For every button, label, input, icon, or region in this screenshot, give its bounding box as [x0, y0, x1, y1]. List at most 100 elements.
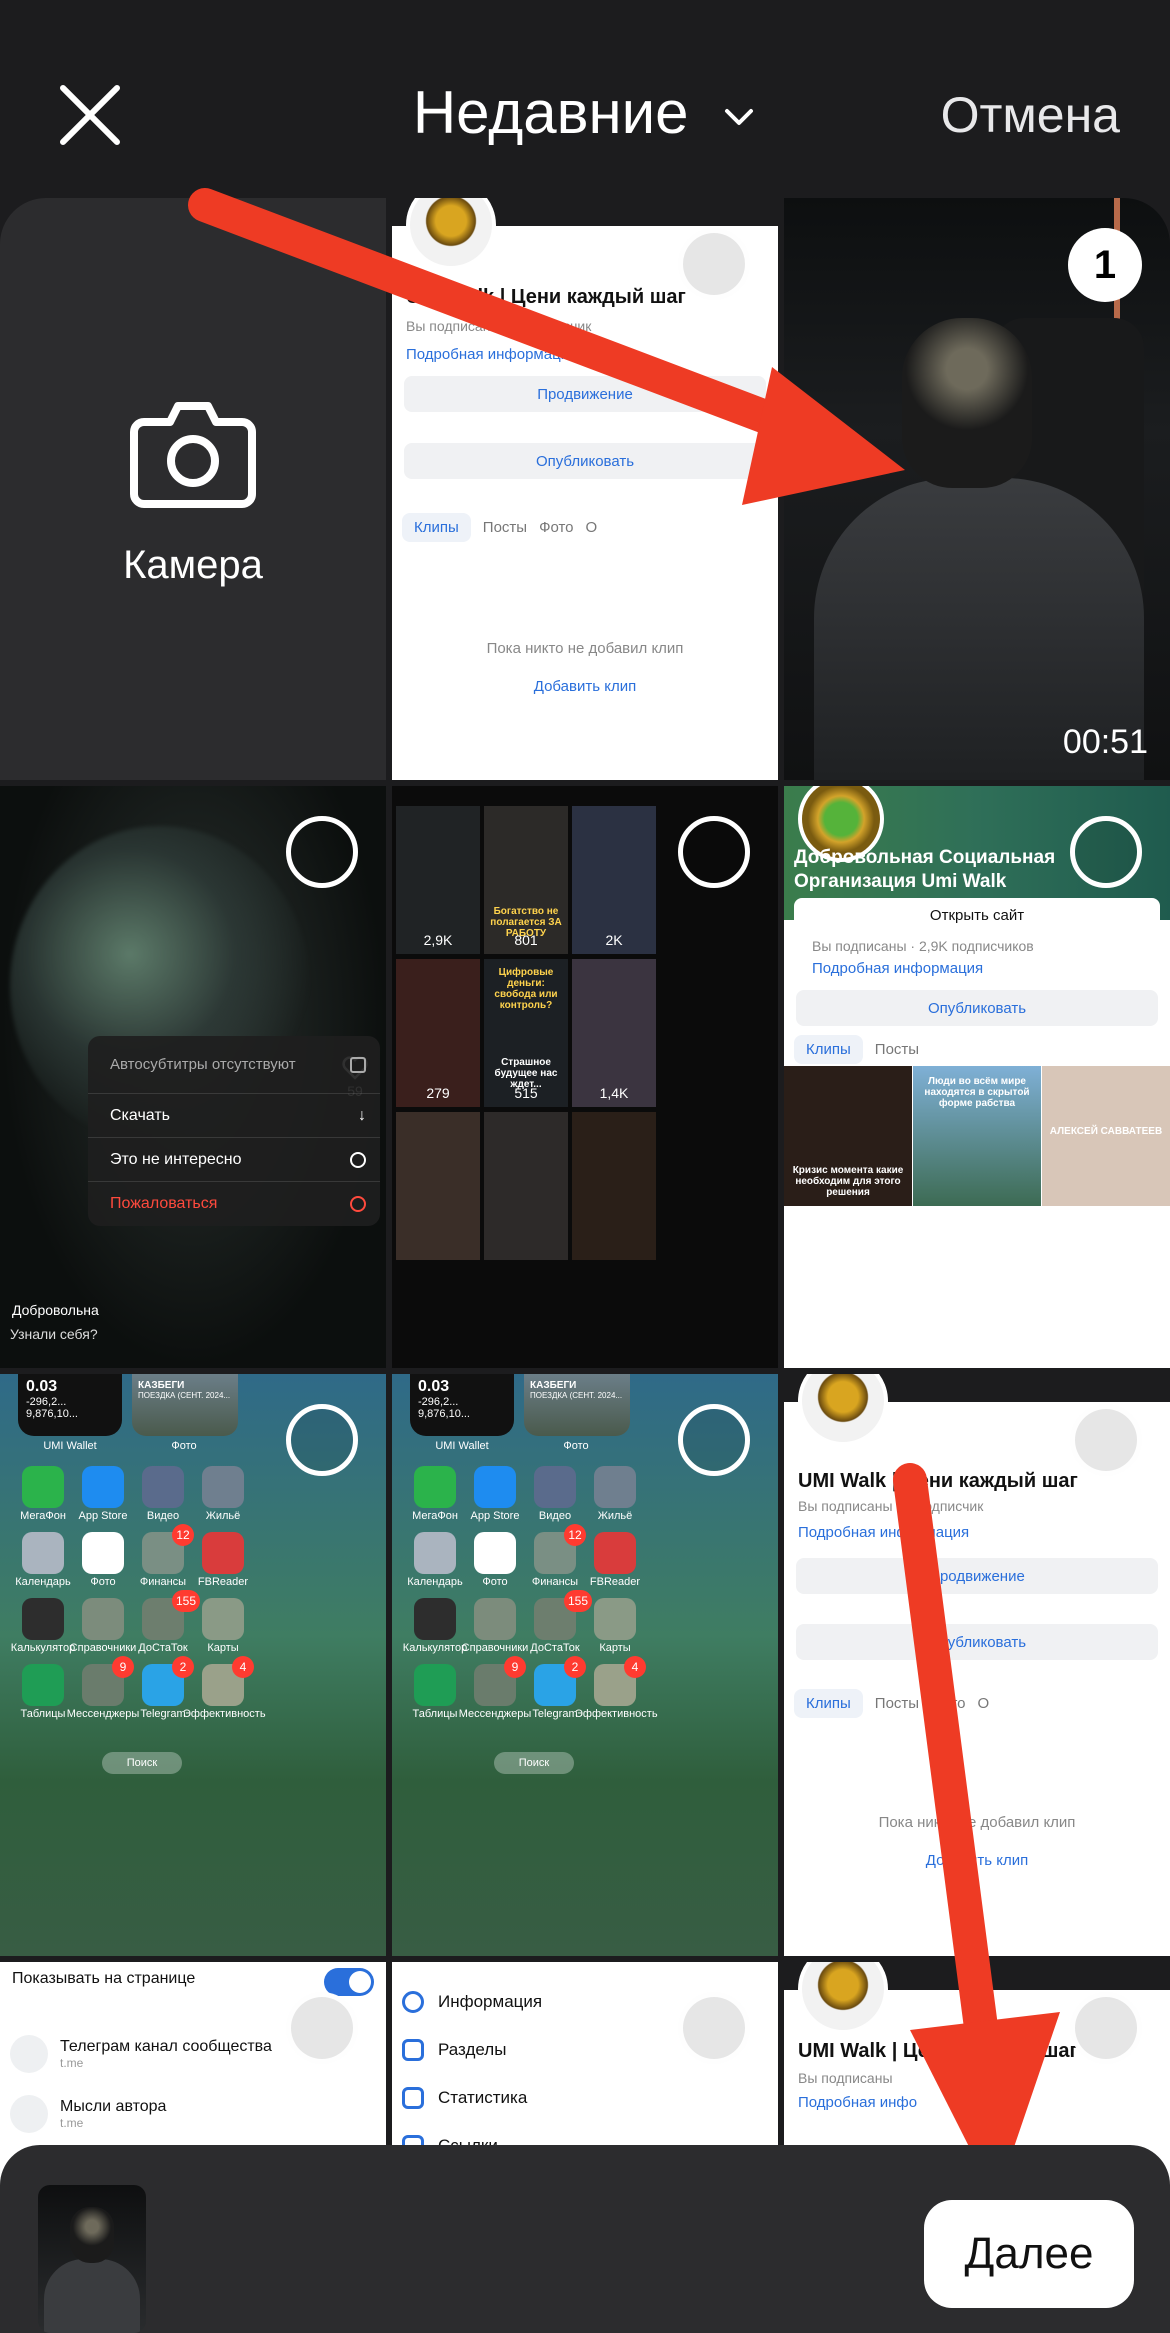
community-name: UMI Walk | Цени каждый шаг [798, 1470, 1078, 1492]
app-icon [22, 1664, 64, 1706]
selection-number-badge[interactable]: 1 [1068, 228, 1142, 302]
community-name: UMI Walk | Цени каждый шаг [798, 2040, 1078, 2062]
link-domain: t.me [60, 2116, 84, 2130]
clip-views: 515 [514, 1085, 538, 1101]
media-item-video-selected[interactable]: 1 00:51 [784, 198, 1170, 780]
media-item-org-page[interactable]: Добровольная Социальная Организация Umi … [784, 786, 1170, 1368]
menu-row-label: Разделы [438, 2040, 507, 2059]
minus-circle-icon [350, 1151, 366, 1168]
photo-title: КАЗБЕГИ [530, 1380, 577, 1391]
subscribers-text: Вы подписаны · 1 подписчик [798, 1498, 984, 1514]
media-item-vk-page[interactable]: UMI Walk | Цени каждый шаг Вы подписаны … [784, 1374, 1170, 1956]
details-link: Подробная информация [798, 1524, 970, 1541]
app-icon [202, 1532, 244, 1574]
community-avatar [798, 1962, 888, 2034]
clip-thumb: Цифровые деньги: свобода или контроль? С… [484, 959, 568, 1107]
thumb-caption: Люди во всём мире находятся в скрытой фо… [924, 1076, 1030, 1109]
link-title: Мысли автора [60, 2098, 167, 2115]
album-title-text: Недавние [412, 79, 689, 146]
notification-badge: 2 [172, 1656, 194, 1678]
clip-thumb: 2,9K [396, 806, 480, 954]
media-item-home-screen[interactable]: 0.03 -296,2... 9,876,10... UMI Wallet КА… [392, 1374, 778, 1956]
link-row: Мысли автора t.me [10, 2092, 376, 2136]
app-label: Эффективность [183, 1708, 266, 1720]
wallet-label: UMI Wallet [43, 1440, 97, 1452]
select-circle[interactable] [286, 1992, 358, 2064]
clip-views: 801 [514, 932, 538, 948]
empty-text: Пока никто не добавил клип [878, 1814, 1076, 1831]
video-question: Узнали себя? [10, 1326, 98, 1342]
app-icon [534, 1466, 576, 1508]
close-icon[interactable] [55, 80, 125, 150]
link-arrow-icon [10, 2095, 48, 2133]
clip-views: 279 [426, 1085, 450, 1101]
photo-sub: ПОЕЗДКА (СЕНТ. 2024... [530, 1391, 623, 1400]
org-details: Подробная информация [812, 960, 984, 977]
app-icon [202, 1598, 244, 1640]
selected-thumbnail[interactable] [38, 2185, 146, 2333]
subtitles-icon [350, 1056, 366, 1073]
vk-tabs: Клипы Посты Фото О [402, 510, 768, 544]
photo-title: КАЗБЕГИ [138, 1380, 185, 1391]
thumb-head [70, 2207, 114, 2263]
app-icon [82, 1598, 124, 1640]
select-circle[interactable] [286, 816, 358, 888]
select-circle[interactable] [678, 1404, 750, 1476]
org-publish-button: Опубликовать [796, 990, 1158, 1026]
thumb-caption: Кризис момента какие необходим для этого… [792, 1165, 904, 1198]
sections-icon [402, 2039, 424, 2061]
promo-button: Продвижение [404, 376, 766, 412]
album-title[interactable]: Недавние [413, 78, 757, 147]
menu-row-stats: Статистика [402, 2080, 768, 2116]
app-icon [82, 1532, 124, 1574]
menu-item-subtitles-label: Автосубтитры отсутствуют [110, 1056, 296, 1073]
app-icon [414, 1598, 456, 1640]
camera-tile[interactable]: Камера [0, 198, 386, 780]
app-icon [414, 1532, 456, 1574]
context-menu: Автосубтитры отсутствуют Скачать ↓ Это н… [88, 1036, 380, 1226]
app-icon [594, 1532, 636, 1574]
select-circle[interactable] [286, 1404, 358, 1476]
app-label: Жильё [597, 1510, 633, 1522]
photo-widget: КАЗБЕГИ ПОЕЗДКА (СЕНТ. 2024... [132, 1374, 238, 1436]
next-button[interactable]: Далее [924, 2200, 1134, 2308]
subscribers-text: Вы подписаны [798, 2070, 893, 2086]
stats-icon [402, 2087, 424, 2109]
publish-button: Опубликовать [796, 1624, 1158, 1660]
select-circle[interactable] [678, 228, 750, 300]
menu-item-not-interested-label: Это не интересно [110, 1150, 242, 1168]
app-icon [474, 1598, 516, 1640]
select-circle[interactable] [1070, 1404, 1142, 1476]
app-icon [414, 1664, 456, 1706]
app-label: FBReader [589, 1576, 641, 1588]
show-on-page-label: Показывать на странице [12, 1970, 196, 1987]
media-item-glitch-video[interactable]: 59 Автосубтитры отсутствуют Скачать ↓ Эт… [0, 786, 386, 1368]
cancel-button[interactable]: Отмена [941, 86, 1120, 144]
select-circle[interactable] [678, 816, 750, 888]
notification-badge: 4 [624, 1656, 646, 1678]
app-label: Карты [599, 1642, 631, 1654]
app-label: FBReader [197, 1576, 249, 1588]
media-item-clips-grid[interactable]: 2,9K Богатство не полагается ЗА РАБОТУ 8… [392, 786, 778, 1368]
app-icon [414, 1466, 456, 1508]
clip-views: 2,9K [423, 932, 453, 948]
media-item-home-screen[interactable]: 0.03 -296,2... 9,876,10... UMI Wallet КА… [0, 1374, 386, 1956]
app-icon [474, 1466, 516, 1508]
tab-clips: Клипы [402, 512, 471, 542]
org-clip-thumb: АЛЕКСЕЙ САВВАТЕЕВ [1042, 1066, 1170, 1206]
man-head [902, 318, 1032, 488]
app-icon [594, 1466, 636, 1508]
download-icon: ↓ [358, 1106, 366, 1124]
select-circle[interactable] [1070, 816, 1142, 888]
home-search: Поиск [102, 1752, 182, 1774]
details-link: Подробная инфо [798, 2094, 918, 2111]
notification-badge: 9 [504, 1656, 526, 1678]
tab-posts: Посты [874, 1694, 920, 1712]
notification-badge: 12 [564, 1524, 586, 1546]
org-subscribers: Вы подписаны · 2,9K подписчиков [812, 938, 1034, 954]
media-item-vk-page[interactable]: UMI Walk | Цени каждый шаг Вы подписаны … [392, 198, 778, 780]
select-circle[interactable] [1070, 1992, 1142, 2064]
photo-sub: ПОЕЗДКА (СЕНТ. 2024... [138, 1391, 231, 1400]
select-circle[interactable] [678, 1992, 750, 2064]
photo-label: Фото [171, 1440, 197, 1452]
